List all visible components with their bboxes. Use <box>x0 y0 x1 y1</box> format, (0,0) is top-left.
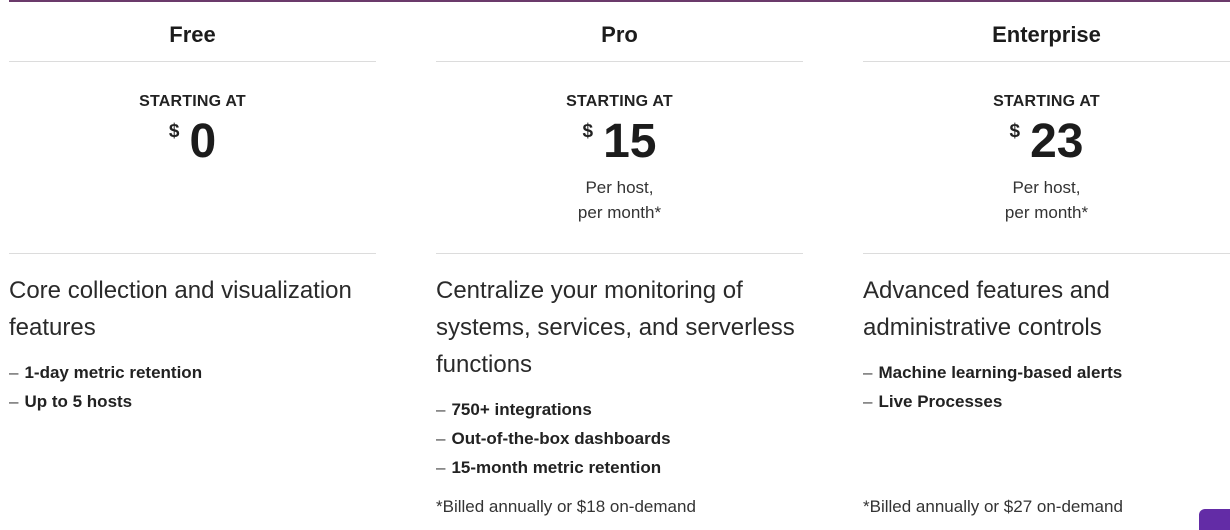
plan-column-free: Free STARTING AT $ 0 Core collection and… <box>9 0 376 416</box>
price-block: STARTING AT $ 23 Per host, per month* <box>863 62 1230 254</box>
price-amount: 0 <box>189 115 217 168</box>
list-item: –750+ integrations <box>436 400 592 419</box>
list-item: – Live Processes <box>863 392 1003 411</box>
plan-description: Centralize your monitoring of systems, s… <box>436 277 795 378</box>
list-item: – Machine learning-based alerts <box>863 363 1123 382</box>
chat-widget-tab[interactable] <box>1199 509 1230 530</box>
price: $ 23 <box>863 117 1230 167</box>
billing-unit: Per host, per month* <box>1004 178 1089 222</box>
billing-footnote: *Billed annually or $18 on-demand <box>436 497 696 516</box>
plan-name: Enterprise <box>863 0 1230 62</box>
list-item: – Up to 5 hosts <box>9 392 133 411</box>
list-item: –1-day metric retention <box>9 363 203 382</box>
currency-symbol: $ <box>168 121 180 142</box>
feature-list: –750+ integrations – Out-of-the-box dashb… <box>436 395 803 482</box>
plan-column-pro: Pro STARTING AT $ 15 Per host, per month… <box>436 0 803 482</box>
billing-unit: Per host, per month* <box>577 178 662 222</box>
billing-footnote: *Billed annually or $27 on-demand <box>863 497 1123 516</box>
plan-name: Free <box>9 0 376 62</box>
starting-at-label: STARTING AT <box>566 93 673 110</box>
price-amount: 23 <box>1030 115 1084 168</box>
price-block: STARTING AT $ 0 <box>9 62 376 254</box>
plan-column-enterprise: Enterprise STARTING AT $ 23 Per host, pe… <box>863 0 1230 416</box>
plan-description: Core collection and visualization featur… <box>9 277 352 341</box>
price: $ 15 <box>436 117 803 167</box>
starting-at-label: STARTING AT <box>993 93 1100 110</box>
feature-list: – Machine learning-based alerts – Live Pro… <box>863 358 1230 416</box>
list-item: –15-month metric retention <box>436 458 662 477</box>
plan-description: Advanced features and administrative con… <box>863 277 1110 341</box>
list-item: – Out-of-the-box dashboards <box>436 429 671 448</box>
currency-symbol: $ <box>582 121 594 142</box>
starting-at-label: STARTING AT <box>139 93 246 110</box>
price-amount: 15 <box>603 115 657 168</box>
price-block: STARTING AT $ 15 Per host, per month* <box>436 62 803 254</box>
price: $ 0 <box>9 117 376 167</box>
plan-name: Pro <box>436 0 803 62</box>
currency-symbol: $ <box>1009 121 1021 142</box>
feature-list: –1-day metric retention – Up to 5 hosts <box>9 358 376 416</box>
